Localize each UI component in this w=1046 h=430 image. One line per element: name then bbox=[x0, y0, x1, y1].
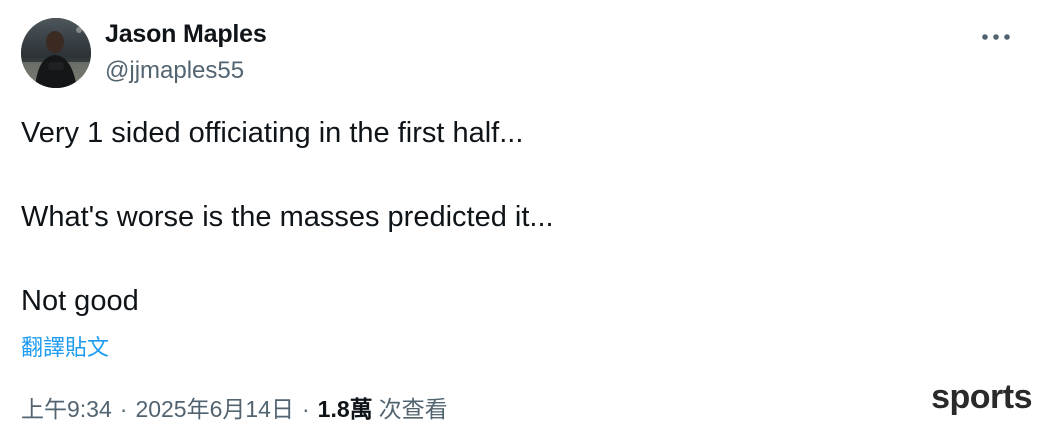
sports-watermark: sports bbox=[931, 378, 1032, 416]
post-date[interactable]: 2025年6月14日 bbox=[135, 390, 294, 424]
tweet-text: Very 1 sided officiating in the first ha… bbox=[21, 112, 1001, 322]
more-options-button[interactable] bbox=[976, 22, 1016, 52]
author-handle[interactable]: @jjmaples55 bbox=[105, 57, 244, 85]
more-horizontal-icon bbox=[982, 34, 1010, 40]
meta-separator: · bbox=[119, 396, 128, 422]
tweet-paragraph: What's worse is the masses predicted it.… bbox=[21, 201, 554, 233]
meta-separator: · bbox=[301, 396, 310, 422]
post-time[interactable]: 上午9:34 bbox=[21, 390, 112, 424]
tweet-card: Jason Maples @jjmaples55 Very 1 sided of… bbox=[0, 0, 1046, 430]
tweet-paragraph: Very 1 sided officiating in the first ha… bbox=[21, 117, 524, 149]
views-label: 次查看 bbox=[378, 396, 448, 422]
avatar[interactable] bbox=[21, 18, 91, 88]
tweet-meta: 上午9:34 · 2025年6月14日 · 1.8萬 次查看 bbox=[21, 390, 448, 424]
tweet-paragraph: Not good bbox=[21, 285, 139, 317]
author-display-name[interactable]: Jason Maples bbox=[105, 20, 267, 49]
profile-photo-icon bbox=[21, 18, 91, 88]
views-count: 1.8萬 bbox=[317, 396, 373, 422]
translate-post-link[interactable]: 翻譯貼文 bbox=[21, 330, 109, 362]
